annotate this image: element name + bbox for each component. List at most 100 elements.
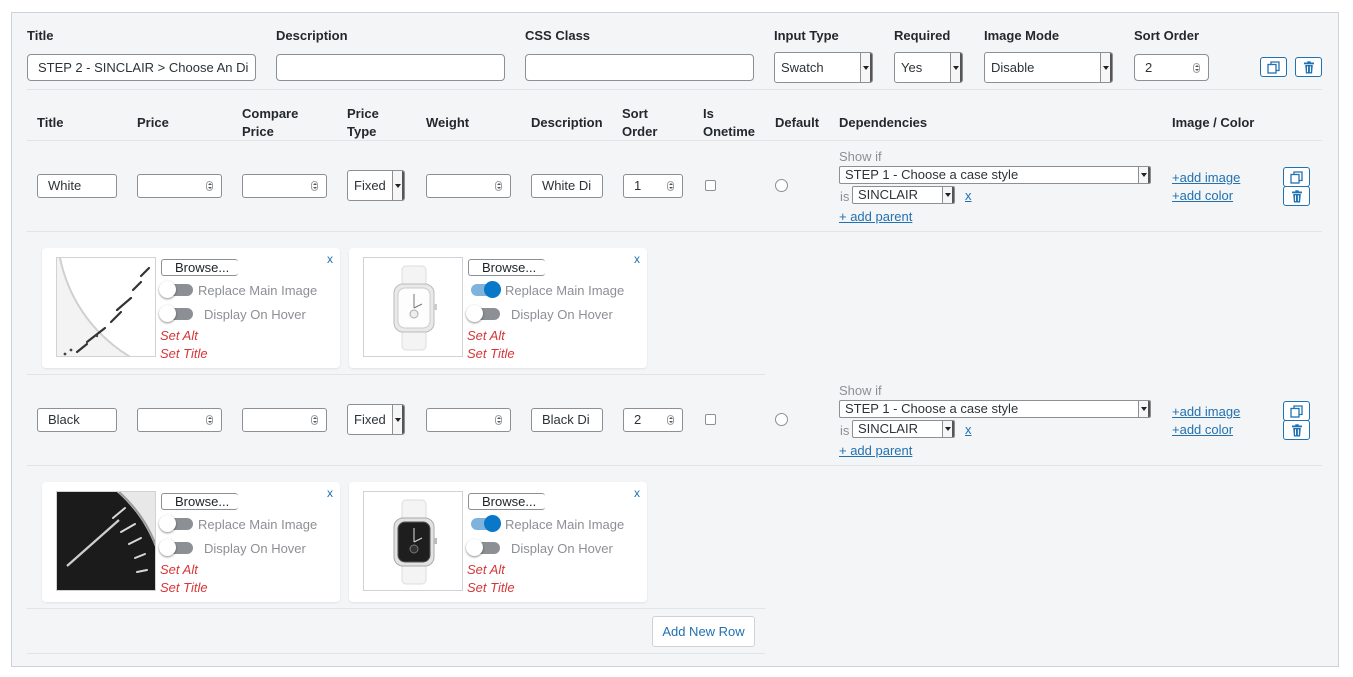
add-color-link[interactable]: +add color	[1172, 422, 1233, 437]
option-description-input[interactable]	[276, 54, 505, 81]
delete-option-button[interactable]	[1295, 57, 1322, 77]
display-on-hover-toggle[interactable]	[466, 305, 500, 322]
remove-dependency-link[interactable]: x	[965, 188, 972, 203]
option-title-input[interactable]: STEP 2 - SINCLAIR > Choose An Di	[27, 54, 256, 81]
value-sort-order-header: Sort Order	[622, 106, 658, 139]
replace-main-image-toggle[interactable]	[467, 281, 501, 298]
spinner-icon	[206, 415, 213, 425]
set-alt-link[interactable]: Set Alt	[160, 328, 198, 343]
value-price-input[interactable]	[137, 174, 222, 198]
dependency-value-select[interactable]: SINCLAIR	[852, 186, 955, 204]
option-required-header: Required	[894, 28, 951, 43]
value-description-input[interactable]: White Di	[531, 174, 603, 198]
spinner-icon	[495, 415, 502, 425]
value-title-input[interactable]: Black	[37, 408, 117, 432]
add-image-link[interactable]: +add image	[1172, 404, 1240, 419]
duplicate-value-button[interactable]	[1283, 167, 1310, 187]
add-parent-link[interactable]: + add parent	[839, 443, 912, 458]
image-card: Browse... x Replace Main Image Display O…	[42, 482, 340, 602]
remove-image-link[interactable]: x	[327, 486, 333, 500]
image-card: Browse... x Replace Main Image Display O…	[349, 482, 647, 602]
chevron-down-icon	[942, 421, 954, 437]
display-on-hover-toggle[interactable]	[466, 539, 500, 556]
option-css-class-input[interactable]	[525, 54, 754, 81]
display-on-hover-toggle[interactable]	[159, 305, 193, 322]
replace-main-image-toggle[interactable]	[159, 281, 193, 298]
browse-button[interactable]: Browse...	[468, 493, 545, 510]
default-radio[interactable]	[775, 179, 788, 192]
value-default-header: Default	[775, 115, 820, 130]
dependency-option-value: STEP 1 - Choose a case style	[845, 401, 1019, 416]
show-if-label: Show if	[839, 149, 882, 164]
option-input-type-header: Input Type	[774, 28, 839, 43]
image-mode-select[interactable]: Disable	[984, 52, 1113, 83]
dependency-option-select[interactable]: STEP 1 - Choose a case style	[839, 400, 1151, 418]
replace-main-image-toggle[interactable]	[159, 515, 193, 532]
set-alt-link[interactable]: Set Alt	[467, 328, 505, 343]
remove-image-link[interactable]: x	[327, 252, 333, 266]
option-sort-order-input[interactable]: 2	[1134, 54, 1209, 81]
dependency-option-value: STEP 1 - Choose a case style	[845, 167, 1019, 182]
duplicate-option-button[interactable]	[1260, 57, 1287, 77]
chevron-down-icon	[1100, 53, 1112, 82]
add-new-row-button[interactable]: Add New Row	[652, 616, 755, 647]
replace-main-image-toggle[interactable]	[467, 515, 501, 532]
chevron-down-icon	[392, 171, 404, 200]
dependency-option-select[interactable]: STEP 1 - Choose a case style	[839, 166, 1151, 184]
browse-button[interactable]: Browse...	[161, 259, 238, 276]
show-if-label: Show if	[839, 383, 882, 398]
spinner-icon	[1193, 62, 1200, 73]
divider	[27, 465, 1322, 466]
default-radio[interactable]	[775, 413, 788, 426]
replace-main-image-label: Replace Main Image	[505, 517, 625, 532]
value-compare-price-input[interactable]	[242, 174, 327, 198]
spinner-icon	[311, 415, 318, 425]
watch-white-front-image	[363, 257, 463, 357]
value-dependencies-header: Dependencies	[839, 115, 928, 130]
chevron-down-icon	[860, 53, 872, 82]
trash-icon	[1303, 60, 1314, 73]
browse-button[interactable]: Browse...	[468, 259, 545, 276]
image-card: Browse... x Replace Main Image Display O…	[42, 248, 340, 368]
value-sort-order-input[interactable]: 2	[623, 408, 683, 432]
remove-image-link[interactable]: x	[634, 252, 640, 266]
is-onetime-checkbox[interactable]	[705, 180, 716, 191]
value-price-input[interactable]	[137, 408, 222, 432]
set-alt-link[interactable]: Set Alt	[160, 562, 198, 577]
duplicate-value-button[interactable]	[1283, 401, 1310, 421]
remove-dependency-link[interactable]: x	[965, 422, 972, 437]
replace-main-image-label: Replace Main Image	[505, 283, 625, 298]
display-on-hover-toggle[interactable]	[159, 539, 193, 556]
dependency-value-text: SINCLAIR	[858, 187, 918, 202]
input-type-select[interactable]: Swatch	[774, 52, 873, 83]
image-card: Browse... x Replace Main Image Display O…	[349, 248, 647, 368]
delete-value-button[interactable]	[1283, 420, 1310, 440]
set-title-link[interactable]: Set Title	[160, 346, 208, 361]
value-description-input[interactable]: Black Di	[531, 408, 603, 432]
required-select[interactable]: Yes	[894, 52, 963, 83]
chevron-down-icon	[942, 187, 954, 203]
value-weight-input[interactable]	[426, 408, 511, 432]
remove-image-link[interactable]: x	[634, 486, 640, 500]
value-price-type-select[interactable]: Fixed	[347, 170, 405, 201]
is-onetime-checkbox[interactable]	[705, 414, 716, 425]
set-title-link[interactable]: Set Title	[467, 580, 515, 595]
dependency-value-select[interactable]: SINCLAIR	[852, 420, 955, 438]
set-title-link[interactable]: Set Title	[160, 580, 208, 595]
replace-main-image-label: Replace Main Image	[198, 517, 318, 532]
value-weight-input[interactable]	[426, 174, 511, 198]
browse-button[interactable]: Browse...	[161, 493, 238, 510]
add-color-link[interactable]: +add color	[1172, 188, 1233, 203]
value-compare-price-input[interactable]	[242, 408, 327, 432]
value-sort-order-input[interactable]: 1	[623, 174, 683, 198]
delete-value-button[interactable]	[1283, 186, 1310, 206]
set-alt-link[interactable]: Set Alt	[467, 562, 505, 577]
value-description-header: Description	[531, 115, 603, 130]
set-title-link[interactable]: Set Title	[467, 346, 515, 361]
add-image-link[interactable]: +add image	[1172, 170, 1240, 185]
add-parent-link[interactable]: + add parent	[839, 209, 912, 224]
option-css-class-header: CSS Class	[525, 28, 591, 43]
trash-icon	[1291, 423, 1302, 436]
value-price-type-select[interactable]: Fixed	[347, 404, 405, 435]
value-title-input[interactable]: White	[37, 174, 117, 198]
